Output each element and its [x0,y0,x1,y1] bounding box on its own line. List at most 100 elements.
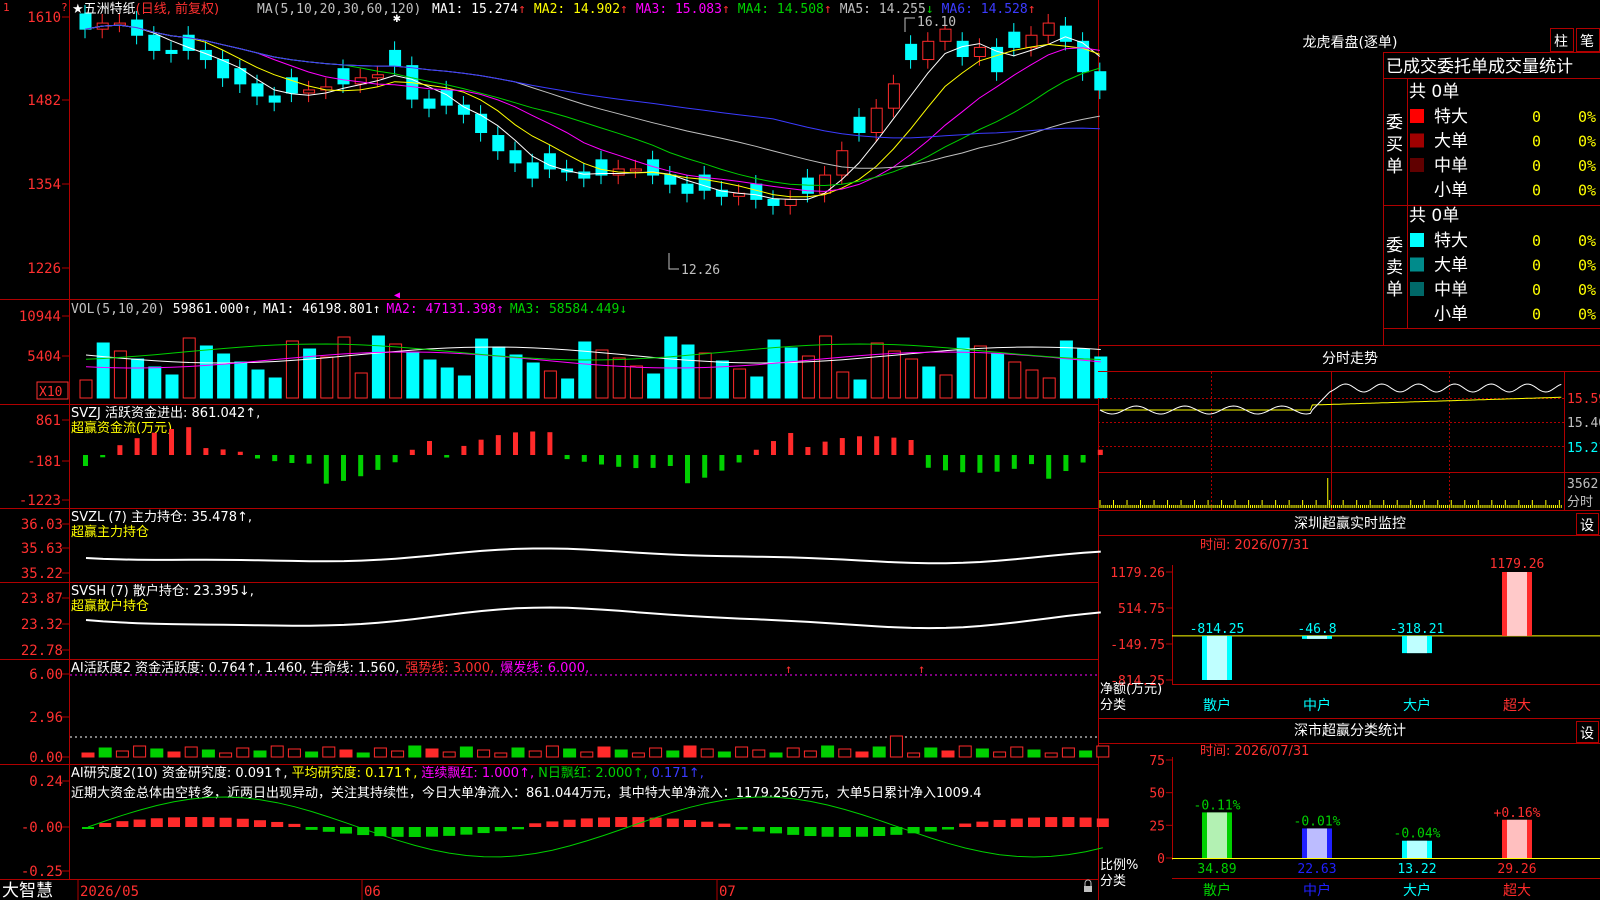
volume-bar [870,342,884,399]
activity-bar [872,746,886,758]
bar-highlight [1307,828,1327,858]
category-label: 散户 [1203,697,1231,714]
flow-bar [805,447,811,455]
research-bar [1062,817,1075,827]
flow-bar [478,439,484,455]
volume-bar [182,337,196,399]
monitor-tick: 514.75 [1118,602,1165,617]
activity-bar [735,746,749,758]
volume-bar [991,353,1005,399]
candle [389,49,402,67]
buy-total: 共 0单 [1409,82,1459,102]
research-bar [168,817,180,827]
ai1-tick: 0.00 [29,750,63,766]
flow-bar [943,455,948,471]
research-bar [598,817,610,827]
svzj-tick: -181 [27,454,61,470]
candle [1059,25,1072,42]
volume-bar [337,336,351,399]
candle [148,34,161,51]
candle [492,135,505,152]
volume-bar [836,371,850,399]
activity-bar [907,752,921,758]
flow-bar [650,455,656,468]
vertical-label-char: 买 [1386,135,1403,155]
activity-bar [975,748,989,758]
research-bar [856,827,868,837]
activity-bar [1010,746,1024,758]
vol-ma-values: MA1: 46198.801↑ MA2: 47131.398↑ MA3: 58584… [263,302,627,317]
svg-text:↑: ↑ [785,662,792,676]
flow-bar [151,432,157,455]
svzj-tick: 861 [36,413,61,429]
ratio-value: 34.89 [1197,862,1236,877]
intraday-tick: 15.21 [1567,441,1600,456]
volume-bar [1025,369,1039,399]
candle [973,46,986,58]
bar-highlight [1407,635,1427,654]
candle [595,159,608,176]
volume-bar [526,362,540,399]
candle [268,95,281,103]
flow-bar [341,455,346,481]
net-flow-value: 1179.26 [1490,557,1545,572]
category-percent: 0% [1578,257,1596,275]
stock-title[interactable]: ★五洲特纸(日线, 前复权) [72,1,219,17]
category-name: 中单 [1434,156,1468,176]
ratio-change: +0.16% [1494,806,1541,821]
candle [578,171,591,179]
research-bar [718,823,731,827]
flow-bar [409,449,415,455]
activity-bar [1061,747,1075,758]
volume-bar [629,365,643,399]
volume-bar [578,341,592,399]
volume-bar [612,357,626,399]
research-bar [133,819,146,827]
cursor-marker: ◀ [394,290,400,301]
activity-bar [993,751,1007,758]
candle [956,40,969,58]
svsh-subtitle: 超赢散户持仓 [71,598,149,614]
research-bar [150,818,163,827]
candle [303,89,316,94]
flow-bar [547,432,553,455]
research-bar [684,820,696,827]
flow-bar [444,455,450,458]
vol-unit: X10 [39,385,62,400]
svsh-tick: 23.87 [21,591,63,607]
candle [475,113,488,133]
activity-bar [339,749,353,758]
category-percent: 0% [1578,281,1596,299]
research-bar [615,817,628,827]
activity-bar [941,750,955,758]
svzl-subtitle: 超赢主力持仓 [71,524,149,540]
research-bar [426,827,438,837]
research-bar [1096,818,1109,827]
volume-bar [354,372,368,399]
research-bar [460,827,473,835]
stats-tick: 50 [1149,787,1165,802]
research-bar [236,818,249,827]
activity-bar [511,747,525,758]
activity-bar [855,751,869,758]
price-tick: 1354 [27,177,61,193]
research-bar [1010,818,1023,827]
flow-bar [392,455,398,463]
activity-bar [752,749,766,758]
bar-highlight [1407,840,1427,858]
intraday-vol-unit: 分时 [1567,495,1593,510]
svzl-tick: 36.03 [21,517,63,533]
volume-bar [595,349,609,399]
flow-bar [581,455,587,462]
flow-bar [169,429,174,455]
vertical-label-char: 卖 [1386,258,1403,278]
activity-bar [683,745,697,758]
category-percent: 0% [1578,232,1596,250]
ratio-value: 13.22 [1397,862,1436,877]
flow-bar [358,455,364,477]
category-percent: 0% [1578,182,1596,200]
flow-bar [736,455,742,463]
category-name: 特大 [1434,231,1468,251]
candle [887,83,900,109]
category-count: 0 [1532,232,1541,250]
